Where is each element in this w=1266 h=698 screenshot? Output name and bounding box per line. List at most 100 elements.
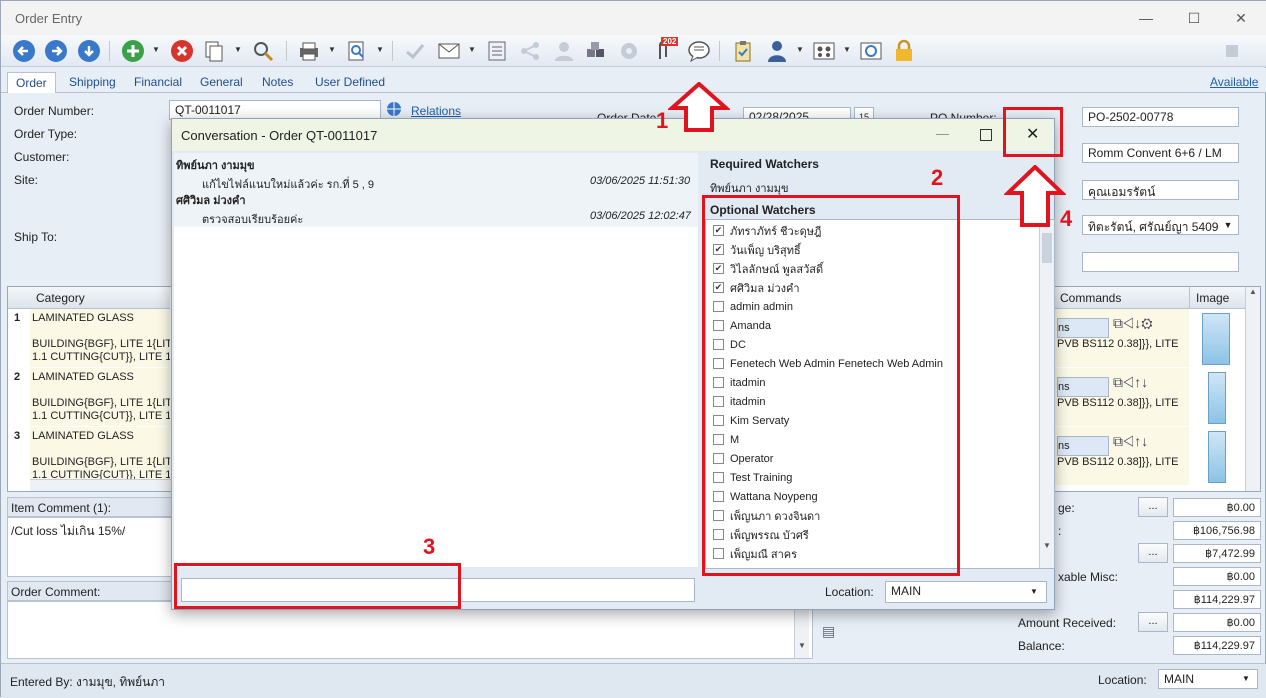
maximize-button[interactable]: ☐	[1182, 7, 1206, 29]
add-icon[interactable]	[120, 39, 146, 63]
available-link[interactable]: Available	[1210, 75, 1258, 89]
tab-notes[interactable]: Notes	[254, 72, 301, 93]
person-icon[interactable]	[764, 39, 790, 63]
attachment-badge: 202	[661, 37, 679, 46]
totals-dots-button[interactable]: ...	[1138, 543, 1168, 563]
row-category: LAMINATED GLASS	[32, 430, 134, 442]
col-image[interactable]: Image	[1189, 287, 1245, 309]
add-dropdown-icon[interactable]: ▼	[152, 45, 160, 55]
header-field-3[interactable]: คุณเอมรรัตน์	[1082, 180, 1239, 200]
grid-vertical-scrollbar[interactable]: ▲	[1245, 287, 1260, 491]
totals-label-1: ge:	[1058, 501, 1075, 515]
print-preview-icon[interactable]	[344, 39, 370, 63]
row-desc: BUILDING{BGF}, LITE 1{LITE	[32, 397, 170, 409]
row-commands-icons[interactable]: ⧉◁↑↓	[1113, 374, 1148, 391]
order-number-field[interactable]: QT-0011017	[169, 100, 381, 120]
print-dropdown-icon[interactable]: ▼	[328, 45, 336, 55]
row-right-desc: PVB BS112 0.38]}}, LITE	[1057, 338, 1179, 350]
annotation-box-4	[1003, 107, 1063, 157]
notes-icon[interactable]: ▤	[822, 623, 835, 640]
row-commands-icons[interactable]: ⧉◁↓⚙	[1113, 315, 1153, 332]
message-author: ทิพย์นภา งามมุข	[176, 160, 255, 172]
row-right-desc: PVB BS112 0.38]}}, LITE	[1057, 456, 1179, 468]
delete-icon[interactable]	[169, 39, 195, 63]
annotation-label-1: 1	[656, 108, 669, 133]
row-image-thumbnail	[1202, 313, 1230, 365]
header-field-5[interactable]	[1082, 252, 1239, 272]
annotation-box-2	[702, 195, 960, 576]
close-window-button[interactable]: ✕	[1229, 7, 1253, 29]
totals-value-5: ฿114,229.97	[1173, 590, 1261, 609]
dialog-minimize-button[interactable]: —	[936, 126, 949, 141]
totals-dots-button[interactable]: ...	[1138, 497, 1168, 517]
amount-received-label: Amount Received:	[1018, 616, 1117, 630]
status-bar: Entered By: งามมุข, ทิพย์นภา Location: M…	[1, 663, 1266, 698]
balance-label: Balance:	[1018, 639, 1065, 653]
header-field-4[interactable]: ทิตะรัตน์, ศรัณย์ญา 540901	[1082, 215, 1239, 235]
site-label: Site:	[14, 173, 39, 187]
lock-icon[interactable]	[891, 39, 917, 63]
dialog-maximize-button[interactable]	[980, 129, 992, 141]
watchers-scrollbar[interactable]: ▲▼	[1039, 220, 1054, 568]
dialog-location-dropdown-icon[interactable]: ▼	[1030, 587, 1038, 596]
totals-value-4: ฿0.00	[1173, 567, 1261, 586]
tab-financial[interactable]: Financial	[126, 72, 190, 93]
search-icon[interactable]	[250, 39, 276, 63]
grid-horizontal-scrollbar[interactable]	[30, 479, 180, 491]
col-commands[interactable]: Commands	[1053, 287, 1189, 309]
row-image-thumbnail	[1208, 372, 1226, 424]
row-link-button[interactable]: ns	[1057, 318, 1109, 338]
row-link-button[interactable]: ns	[1057, 436, 1109, 456]
message-time: 03/06/2025 12:02:47	[590, 210, 691, 222]
annotation-label-2: 2	[931, 165, 944, 190]
footer-location-dropdown-icon[interactable]: ▼	[1242, 674, 1250, 683]
relations-link[interactable]: Relations	[411, 104, 461, 118]
cubes-icon[interactable]	[583, 39, 609, 63]
row-link-button[interactable]: ns	[1057, 377, 1109, 397]
print-icon[interactable]	[296, 39, 322, 63]
row-number: 2	[14, 371, 21, 383]
tab-order[interactable]: Order	[7, 72, 56, 93]
back-icon[interactable]	[11, 39, 37, 63]
order-comment-scrollbar[interactable]: ▲▼	[794, 602, 809, 658]
field4-dropdown-icon[interactable]: ▼	[1219, 216, 1237, 234]
order-type-label: Order Type:	[14, 127, 78, 141]
schedule-icon[interactable]	[858, 39, 884, 63]
tab-general[interactable]: General	[192, 72, 251, 93]
amount-received-dots-button[interactable]: ...	[1138, 612, 1168, 632]
dialog-title-bar: Conversation - Order QT-0011017 — ✕	[172, 119, 1054, 151]
balance-value: ฿114,229.97	[1173, 636, 1261, 655]
conversation-icon[interactable]	[686, 39, 712, 63]
pin-icon	[1219, 39, 1245, 63]
email-icon[interactable]	[436, 39, 462, 63]
tab-user-defined[interactable]: User Defined	[307, 72, 393, 93]
list-icon[interactable]	[484, 39, 510, 63]
person-dropdown-icon[interactable]: ▼	[796, 45, 804, 55]
col-category[interactable]: Category	[30, 287, 170, 309]
copy-icon[interactable]	[201, 39, 227, 63]
download-icon[interactable]	[76, 39, 102, 63]
attachment-icon[interactable]: 202	[651, 37, 679, 63]
message-time: 03/06/2025 11:51:30	[590, 175, 691, 187]
clipboard-icon[interactable]	[730, 39, 756, 63]
copy-dropdown-icon[interactable]: ▼	[234, 45, 242, 55]
minimize-button[interactable]: —	[1134, 7, 1158, 29]
tab-shipping[interactable]: Shipping	[61, 72, 124, 93]
row-commands-icons[interactable]: ⧉◁↑↓	[1113, 433, 1148, 450]
po-number-field[interactable]: PO-2502-00778	[1082, 107, 1239, 127]
totals-value-3: ฿7,472.99	[1173, 544, 1261, 563]
forward-icon[interactable]	[43, 39, 69, 63]
check-icon	[402, 39, 428, 63]
preview-dropdown-icon[interactable]: ▼	[376, 45, 384, 55]
amount-received-value: ฿0.00	[1173, 613, 1261, 632]
grid-dropdown-icon[interactable]: ▼	[843, 45, 851, 55]
header-field-2[interactable]: Romm Convent 6+6 / LM	[1082, 143, 1239, 163]
dialog-location-select[interactable]: MAIN	[885, 581, 1047, 603]
email-dropdown-icon[interactable]: ▼	[468, 45, 476, 55]
dialog-location-label: Location:	[825, 585, 874, 599]
annotation-label-3: 3	[423, 534, 436, 559]
grid-config-icon[interactable]	[811, 39, 837, 63]
totals-value-1: ฿0.00	[1173, 498, 1261, 517]
annotation-arrow-4	[1004, 165, 1066, 227]
footer-location-label: Location:	[1098, 673, 1147, 687]
